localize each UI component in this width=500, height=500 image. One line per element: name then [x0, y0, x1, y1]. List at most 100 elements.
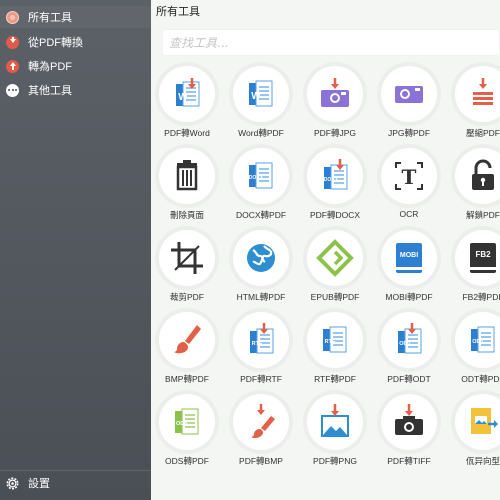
tool-pdf-to-png[interactable]: PDF轉PNG	[299, 394, 371, 474]
tool-odt-to-pdf[interactable]: ODT ODT轉PDF	[447, 312, 500, 392]
sidebar-item-from-pdf[interactable]: 從PDF轉換	[0, 31, 151, 53]
tool-label: ODS轉PDF	[165, 456, 209, 466]
tool-pdf-to-bmp[interactable]: PDF轉BMP	[225, 394, 297, 474]
tool-fb2-to-pdf[interactable]: FB2 FB2轉PDF	[447, 230, 500, 310]
settings-button[interactable]: 設置	[0, 473, 151, 493]
ocr-icon: T	[395, 162, 423, 190]
tool-label: PDF轉JPG	[313, 128, 357, 138]
pdf-to-bmp-icon	[251, 404, 275, 439]
pdf-to-word-icon: W	[176, 78, 200, 107]
tool-ocr[interactable]: T OCR	[373, 148, 445, 228]
mobi-icon: MOBI	[396, 243, 422, 273]
tool-label: PDF轉PNG	[313, 456, 357, 466]
search-input[interactable]	[162, 29, 500, 56]
pdf-to-docx-icon: DOCX	[324, 159, 348, 190]
pdf-to-jpg-icon	[321, 78, 349, 107]
svg-text:RTF: RTF	[325, 339, 336, 345]
compress-pdf-icon	[473, 78, 493, 105]
svg-text:ODT: ODT	[472, 339, 484, 345]
tool-label: PDF轉Word	[164, 128, 210, 138]
jpg-to-pdf-icon	[395, 86, 423, 103]
tool-pdf-to-tiff[interactable]: PDF轉TIFF	[373, 394, 445, 474]
svg-text:W: W	[251, 91, 261, 102]
tool-label: ODT轉PDF	[461, 374, 500, 384]
paintbrush-icon	[174, 325, 201, 354]
tool-label: RTF轉PDF	[314, 374, 356, 384]
sidebar-divider	[0, 470, 151, 471]
tool-label: BMP轉PDF	[165, 374, 209, 384]
tool-label: 裁剪PDF	[169, 292, 204, 302]
tool-pdf-to-word[interactable]: W PDF轉Word	[151, 66, 223, 146]
tool-epub-to-pdf[interactable]: EPUB轉PDF	[299, 230, 371, 310]
page-title: 所有工具	[156, 6, 200, 18]
sidebar-item-label: 轉為PDF	[28, 61, 72, 73]
download-arrow-icon	[6, 35, 19, 49]
tool-word-to-pdf[interactable]: W Word轉PDF	[225, 66, 297, 146]
tool-label: 刪除頁面	[169, 210, 204, 220]
trash-icon	[176, 160, 198, 191]
more-dots-icon	[6, 83, 19, 97]
tool-label: 壓縮PDF	[465, 128, 500, 138]
tool-label: PDF轉RTF	[240, 374, 282, 384]
tool-delete-pages[interactable]: 刪除頁面	[151, 148, 223, 228]
tool-ods-to-pdf[interactable]: ODS ODS轉PDF	[151, 394, 223, 474]
tool-pdf-to-odt[interactable]: ODT PDF轉ODT	[373, 312, 445, 392]
ods-to-pdf-icon: ODS	[175, 408, 199, 435]
tool-label: JPG轉PDF	[387, 128, 431, 138]
sidebar-item-label: 所有工具	[28, 12, 72, 24]
crop-icon	[171, 242, 203, 274]
tool-html-to-pdf[interactable]: HTML轉PDF	[225, 230, 297, 310]
tool-pdf-to-jpg[interactable]: PDF轉JPG	[299, 66, 371, 146]
tool-docx-to-pdf[interactable]: DOCX DOCX轉PDF	[225, 148, 297, 228]
tool-bmp-to-pdf[interactable]: BMP轉PDF	[151, 312, 223, 392]
rtf-to-pdf-icon: RTF	[323, 326, 347, 353]
docx-to-pdf-icon: DOCX	[249, 162, 273, 189]
image-convert-icon	[471, 408, 498, 434]
tool-crop-pdf[interactable]: 裁剪PDF	[151, 230, 223, 310]
tool-label: MOBI轉PDF	[385, 292, 433, 302]
svg-text:ODS: ODS	[176, 421, 188, 427]
pdf-to-odt-icon: ODT	[398, 323, 422, 354]
svg-text:DOCX: DOCX	[249, 175, 264, 181]
gear-icon	[6, 477, 19, 489]
tool-mobi-to-pdf[interactable]: MOBI MOBI轉PDF	[373, 230, 445, 310]
tool-jpg-to-pdf[interactable]: JPG轉PDF	[373, 66, 445, 146]
tool-unlock-pdf[interactable]: 解鎖PDF	[447, 148, 500, 228]
sidebar: 所有工具 從PDF轉換 轉為PDF 其他工具 設置	[0, 0, 151, 500]
svg-text:ODT: ODT	[399, 341, 411, 347]
tool-label: 佤异向型	[465, 456, 500, 466]
tool-label: PDF轉ODT	[387, 374, 431, 384]
tool-label: 解鎖PDF	[465, 210, 500, 220]
sidebar-item-label: 其他工具	[28, 85, 72, 97]
tool-label: PDF轉BMP	[239, 456, 283, 466]
svg-text:DOCX: DOCX	[324, 177, 339, 183]
all-tools-icon	[6, 10, 19, 24]
tool-image-convert[interactable]: 佤异向型	[447, 394, 500, 474]
tool-label: DOCX轉PDF	[235, 210, 287, 220]
tool-label: OCR	[399, 209, 419, 219]
sidebar-item-to-pdf[interactable]: 轉為PDF	[0, 55, 151, 77]
fb2-icon: FB2	[470, 243, 496, 273]
pdf-to-png-icon	[321, 404, 349, 437]
svg-text:FB2: FB2	[475, 250, 491, 259]
tool-pdf-to-docx[interactable]: DOCX PDF轉DOCX	[299, 148, 371, 228]
pdf-to-tiff-icon	[395, 404, 423, 435]
tool-pdf-to-rtf[interactable]: RTF PDF轉RTF	[225, 312, 297, 392]
unlock-icon	[472, 159, 494, 190]
svg-text:T: T	[402, 165, 417, 189]
tool-label: Word轉PDF	[238, 128, 284, 138]
globe-icon	[247, 244, 275, 272]
tool-rtf-to-pdf[interactable]: RTF RTF轉PDF	[299, 312, 371, 392]
tool-label: PDF轉DOCX	[309, 210, 361, 220]
sidebar-item-label: 從PDF轉換	[28, 37, 83, 49]
sidebar-item-all-tools[interactable]: 所有工具	[0, 6, 151, 28]
odt-to-pdf-icon: ODT	[471, 326, 495, 353]
sidebar-item-other-tools[interactable]: 其他工具	[0, 79, 151, 101]
settings-label: 設置	[28, 478, 50, 490]
epub-icon	[316, 239, 354, 277]
main-panel: 所有工具 W PDF轉Word W Word轉PDF PDF轉JPG	[151, 0, 500, 500]
svg-text:W: W	[178, 92, 188, 103]
tool-compress-pdf[interactable]: 壓縮PDF	[447, 66, 500, 146]
tool-label: HTML轉PDF	[236, 292, 286, 302]
pdf-to-rtf-icon: RTF	[250, 323, 274, 354]
